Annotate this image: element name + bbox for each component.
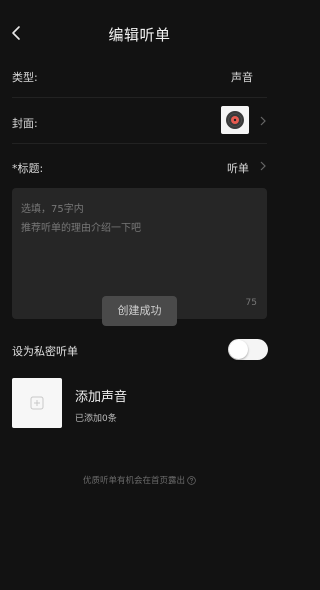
title-label: *标题: (12, 162, 44, 175)
added-count: 已添加0条 (75, 414, 117, 424)
chevron-right-icon (260, 161, 266, 171)
chevron-right-icon (260, 116, 266, 126)
private-toggle[interactable] (228, 339, 268, 360)
title-value: 听单 (227, 162, 249, 175)
question-circle-icon[interactable] (187, 476, 196, 488)
add-sound-title: 添加声音 (75, 390, 128, 405)
description-placeholder: 选填，75字内 (21, 204, 84, 215)
cover-thumbnail[interactable] (221, 106, 249, 134)
footer-note: 优质听单有机会在首页露出 (0, 474, 279, 488)
plus-icon (30, 396, 44, 410)
header: 编辑听单 (0, 14, 279, 54)
type-value: 声音 (231, 71, 253, 84)
record-disc-icon (226, 111, 244, 129)
cover-label: 封面: (12, 117, 38, 130)
private-label: 设为私密听单 (12, 345, 78, 358)
description-placeholder-hint: 推荐听单的理由介绍一下吧 (21, 223, 141, 234)
success-toast: 创建成功 (102, 296, 177, 326)
type-label: 类型: (12, 71, 38, 84)
title-row[interactable]: *标题: 听单 (0, 144, 279, 188)
page-title: 编辑听单 (108, 26, 171, 44)
character-counter: 75 (245, 298, 257, 308)
footer-text: 优质听单有机会在首页露出 (82, 476, 185, 486)
edit-playlist-page: 编辑听单 类型: 声音 封面: *标题: 听单 选填，75字内 推荐听单的理由介… (0, 0, 279, 590)
toggle-knob (229, 340, 248, 359)
add-sound-button[interactable] (12, 378, 62, 428)
type-row: 类型: 声音 (0, 52, 279, 98)
